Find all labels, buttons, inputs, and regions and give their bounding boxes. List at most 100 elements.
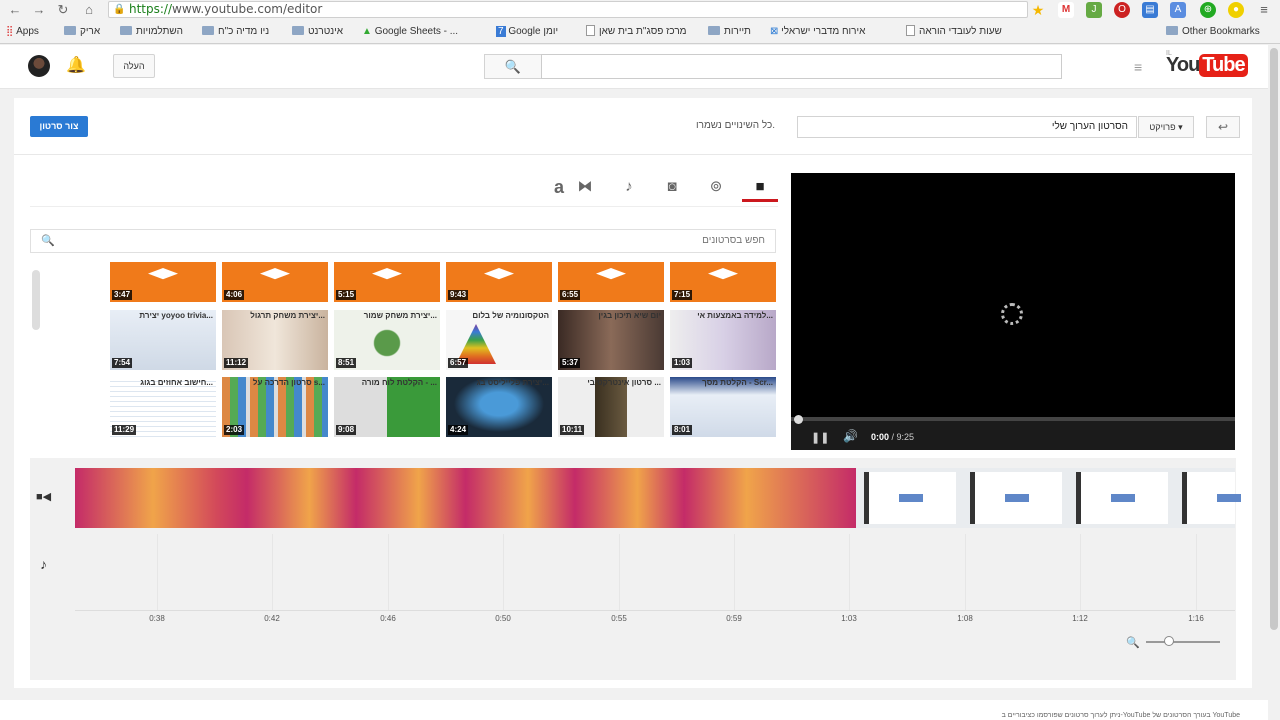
url-bar[interactable]: 🔒 https://www.youtube.com/editor [108,1,1028,18]
chrome-icon[interactable]: ● [1228,2,1244,18]
library-scrollbar[interactable] [32,270,40,330]
bookmark-label: אריק [80,26,101,37]
duration-badge: 3:47 [112,290,133,300]
opera-icon[interactable]: O [1114,2,1130,18]
folder-icon [1166,26,1178,35]
timeline-gridline [272,534,273,610]
page-scrollbar[interactable] [1270,48,1278,630]
duration-badge: 9:43 [448,290,469,300]
evernote-icon[interactable]: ⊕ [1200,2,1216,18]
bookmark-folder[interactable]: ניו מדיה כ"ח [202,24,269,40]
project-menu-button[interactable]: פרויקט ▾ [1138,116,1194,138]
tab-videos[interactable]: ■ [742,176,778,202]
library-video-thumb[interactable]: הקלטת לוח מורה - ... 9:08 [334,377,440,437]
docs-icon[interactable]: ▤ [1142,2,1158,18]
library-search-input[interactable]: 🔍 חפש בסרטונים [30,229,776,253]
timeline-clip[interactable] [856,468,1241,528]
bell-icon[interactable]: 🔔 [66,55,86,75]
bookmark-page[interactable]: ⊠ אירוח מדברי ישראלי [770,24,865,40]
timeline-gridline [1080,534,1081,610]
home-icon[interactable]: ⌂ [80,1,98,19]
library-video-thumb[interactable]: חישוב אחוזים בגוג... 11:29 [110,377,216,437]
timeline-clip[interactable] [75,468,856,528]
tab-audio[interactable]: ♪ [611,176,647,202]
bookmark-page[interactable]: שעות לעובדי הוראה [906,24,1002,40]
zoom-slider[interactable] [1146,641,1220,643]
page-footer: ניתן לערוך סרטונים שפורסמו כציבוריים ב-Y… [0,700,1268,720]
library-video-thumb[interactable]: סרטון הדרכה על s... 2:03 [222,377,328,437]
video-caption: למידה באמצעות אי... [697,311,773,320]
menu-icon[interactable]: ≡ [1256,2,1272,18]
logo-tube: Tube [1199,54,1248,77]
loading-spinner-icon [1001,303,1023,325]
library-video-thumb[interactable]: יום שיא תיכון בגין 5:37 [558,310,664,370]
bookmark-calendar[interactable]: 7 Google יומן [496,24,558,40]
sheets-icon: ▲ [362,26,372,37]
tab-photos[interactable]: ◙ [654,176,690,202]
clip-frame [970,472,1062,524]
library-video-thumb[interactable]: הקלטת מסך - Scr... 8:01 [670,377,776,437]
audio-track-icon: ♪ [40,556,47,572]
timeline-tick-label: 0:42 [264,614,280,623]
site-icon: ⊠ [770,26,779,37]
library-video-thumb[interactable]: למידה באמצעות אי... 1:03 [670,310,776,370]
back-arrow-icon[interactable]: ← [6,1,24,19]
library-video-thumb[interactable]: יצירת yoyoo trivia... 7:54 [110,310,216,370]
library-video-thumb[interactable]: סרטון אינטרקטיבי ... 10:11 [558,377,664,437]
forward-arrow-icon[interactable]: → [30,1,48,19]
upload-button[interactable]: העלה [113,54,155,78]
extension-icon[interactable]: J [1086,2,1102,18]
video-caption: יצירת פלייליסט בג... [476,378,549,387]
timeline-gridline [503,534,504,610]
video-preview-player[interactable]: ❚❚ 🔊 0:00 / 9:25 [791,173,1235,450]
bookmark-label: Other Bookmarks [1182,26,1260,37]
tab-transitions[interactable]: ⧓ [567,176,603,202]
library-video-thumb[interactable]: הטקסונומיה של בלום 6:57 [446,310,552,370]
video-caption: יום שיא תיכון בגין [598,311,661,320]
translate-icon[interactable]: A [1170,2,1186,18]
text-icon: a [553,177,564,197]
bookmark-folder[interactable]: השתלמויות [120,24,183,40]
reload-icon[interactable]: ↻ [54,1,72,19]
library-video-thumb[interactable]: יצירת משחק תרגול... 11:12 [222,310,328,370]
bookmark-page[interactable]: מרכז פסג"ת בית שאן [586,24,687,40]
youtube-logo[interactable]: IL You Tube [1166,50,1248,80]
back-button[interactable]: ↩ [1206,116,1240,138]
camera-icon: ◙ [667,178,677,195]
bookmark-other[interactable]: Other Bookmarks [1166,24,1260,40]
clip-frame [1076,472,1168,524]
bookmark-folder[interactable]: אריק [64,24,100,40]
bookmark-label: Google Sheets - ... [374,26,459,37]
search-button[interactable]: 🔍 [484,54,542,79]
folder-icon [64,26,76,35]
bookmark-folder[interactable]: אינטרנט [292,24,343,40]
pause-icon[interactable]: ❚❚ [811,431,829,444]
video-caption: יצירת משחק תרגול... [250,311,325,320]
lock-icon: 🔒 [113,4,126,15]
bookmark-folder[interactable]: תיירות [708,24,751,40]
star-icon[interactable]: ★ [1030,2,1046,18]
volume-icon[interactable]: 🔊 [843,429,858,443]
zoom-slider-handle[interactable] [1164,636,1174,646]
duration-badge: 8:01 [672,425,693,435]
search-input[interactable] [541,54,1062,79]
library-video-thumb[interactable]: יצירת פלייליסט בג... 4:24 [446,377,552,437]
video-caption: סרטון אינטרקטיבי ... [587,378,661,387]
bookmark-apps[interactable]: ⣿ Apps [6,24,39,40]
player-scrubber[interactable] [794,415,803,424]
bookmark-sheets[interactable]: ▲ Google Sheets - ... [362,24,458,40]
library-video-thumb[interactable]: יצירת משחק שמור... 8:51 [334,310,440,370]
guide-menu-icon[interactable]: ≡ [1134,59,1142,75]
video-caption: הקלטת לוח מורה - ... [361,378,437,387]
duration-badge: 6:57 [448,358,469,368]
avatar[interactable] [28,55,50,77]
video-caption: הקלטת מסך - Scr... [702,378,773,387]
create-video-button[interactable]: צור סרטון [30,116,88,137]
tab-cc[interactable]: ⊚ [698,176,734,202]
gmail-icon[interactable]: M [1058,2,1074,18]
player-progress-bar[interactable] [791,417,1235,421]
project-title-input[interactable]: הסרטון הערוך שלי [797,116,1137,138]
folder-icon [120,26,132,35]
timeline-gridline [157,534,158,610]
editor-top-bar: צור סרטון כל השינויים נשמרו. הסרטון הערו… [14,98,1252,155]
